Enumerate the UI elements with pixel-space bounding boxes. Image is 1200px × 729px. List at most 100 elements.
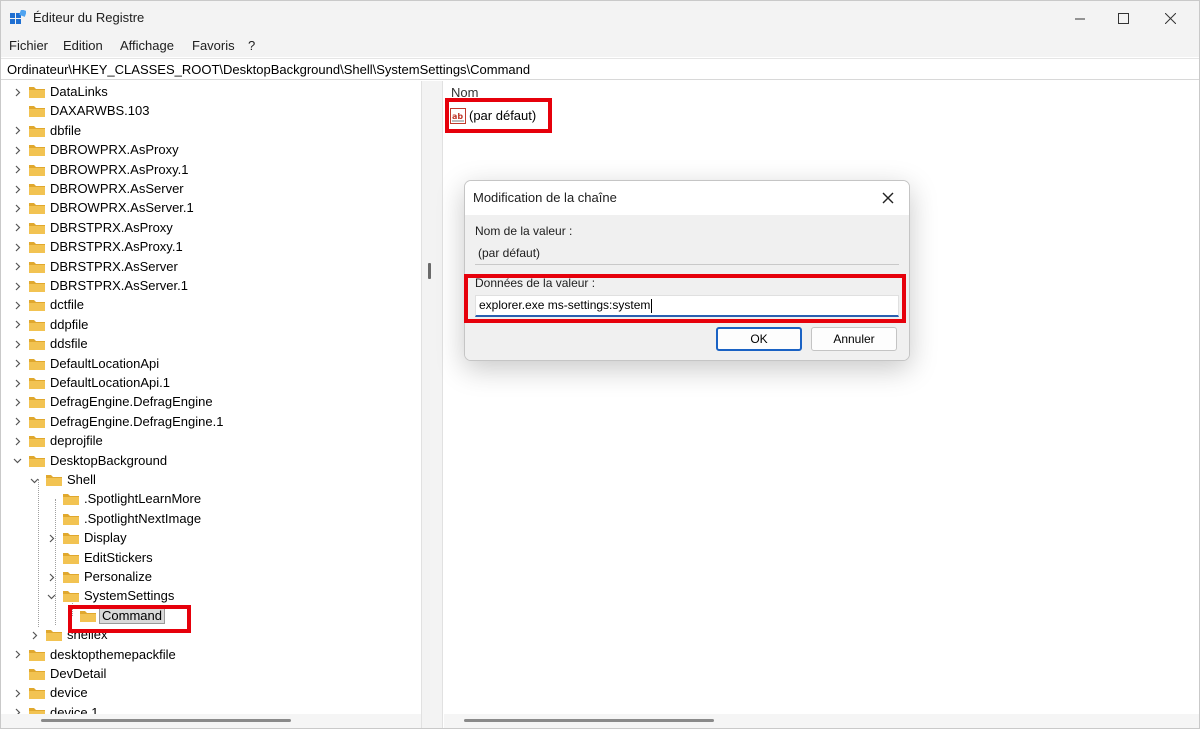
chevron-right-icon[interactable] bbox=[11, 358, 23, 370]
chevron-right-icon[interactable] bbox=[11, 222, 23, 234]
tree-item[interactable]: DefaultLocationApi.1 bbox=[1, 373, 421, 392]
tree-item[interactable]: dbfile bbox=[1, 121, 421, 140]
address-bar[interactable]: Ordinateur\HKEY_CLASSES_ROOT\DesktopBack… bbox=[1, 58, 1199, 80]
chevron-right-icon[interactable] bbox=[11, 164, 23, 176]
chevron-right-icon[interactable] bbox=[11, 261, 23, 273]
folder-icon bbox=[63, 591, 79, 603]
tree-item-label: DBRSTPRX.AsProxy.1 bbox=[50, 239, 183, 255]
ok-button[interactable]: OK bbox=[716, 327, 802, 351]
chevron-right-icon[interactable] bbox=[28, 629, 40, 641]
tree-item[interactable]: Personalize bbox=[1, 567, 421, 586]
dialog-close-button[interactable] bbox=[875, 185, 901, 211]
maximize-button[interactable] bbox=[1100, 1, 1146, 35]
chevron-right-icon[interactable] bbox=[11, 416, 23, 428]
tree-item[interactable]: DBROWPRX.AsProxy.1 bbox=[1, 160, 421, 179]
folder-icon bbox=[63, 494, 79, 506]
window-title: Éditeur du Registre bbox=[33, 10, 145, 25]
folder-icon bbox=[63, 552, 79, 564]
tree-item-label: Personalize bbox=[84, 569, 152, 584]
chevron-right-icon[interactable] bbox=[11, 144, 23, 156]
tree-item[interactable]: DBRSTPRX.AsServer bbox=[1, 257, 421, 276]
tree-item[interactable]: .SpotlightNextImage bbox=[1, 509, 421, 528]
folder-icon bbox=[29, 300, 45, 312]
tree-item[interactable]: DefragEngine.DefragEngine.1 bbox=[1, 412, 421, 431]
tree-item[interactable]: Shell bbox=[1, 470, 421, 489]
tree-item[interactable]: deprojfile bbox=[1, 431, 421, 450]
tree-horizontal-scrollbar[interactable] bbox=[1, 714, 421, 728]
folder-icon bbox=[80, 610, 96, 622]
tree-item[interactable]: ddpfile bbox=[1, 315, 421, 334]
close-window-button[interactable] bbox=[1147, 1, 1193, 35]
tree-item[interactable]: device bbox=[1, 683, 421, 702]
chevron-down-icon[interactable] bbox=[28, 474, 40, 486]
dialog-title-bar[interactable]: Modification de la chaîne bbox=[465, 181, 909, 215]
tree-vertical-scrollbar[interactable] bbox=[421, 81, 443, 728]
menu-affichage[interactable]: Affichage bbox=[120, 38, 174, 53]
title-bar[interactable]: Éditeur du Registre bbox=[1, 1, 1199, 35]
tree-item[interactable]: DAXARWBS.103 bbox=[1, 101, 421, 120]
tree-item-label: .SpotlightNextImage bbox=[84, 510, 202, 526]
menu-favoris[interactable]: Favoris bbox=[192, 38, 235, 53]
tree-item[interactable]: desktopthemepackfile bbox=[1, 645, 421, 664]
column-header-name[interactable]: Nom bbox=[451, 85, 478, 100]
tree-item[interactable]: DBROWPRX.AsServer.1 bbox=[1, 198, 421, 217]
tree-item[interactable]: DataLinks bbox=[1, 82, 421, 101]
tree-item[interactable]: device.1 bbox=[1, 703, 421, 714]
chevron-right-icon[interactable] bbox=[11, 338, 23, 350]
scroll-thumb[interactable] bbox=[428, 263, 431, 279]
chevron-right-icon[interactable] bbox=[11, 319, 23, 331]
tree-item[interactable]: DefragEngine.DefragEngine bbox=[1, 392, 421, 411]
menu-help[interactable]: ? bbox=[248, 38, 255, 53]
tree-scroll-thumb[interactable] bbox=[41, 719, 291, 722]
minimize-button[interactable] bbox=[1057, 1, 1103, 35]
menu-edition[interactable]: Edition bbox=[63, 38, 103, 53]
tree-item[interactable]: DBRSTPRX.AsServer.1 bbox=[1, 276, 421, 295]
values-list[interactable]: Nom ab (par défaut) bbox=[444, 81, 1199, 714]
tree-item-label: DBROWPRX.AsProxy bbox=[50, 142, 179, 158]
chevron-right-icon[interactable] bbox=[45, 532, 57, 544]
key-tree[interactable]: DataLinks DAXARWBS.103 dbfile DBROWPRX.AsPr… bbox=[1, 81, 421, 714]
cancel-button[interactable]: Annuler bbox=[811, 327, 897, 351]
tree-item[interactable]: .SpotlightLearnMore bbox=[1, 489, 421, 508]
chevron-right-icon[interactable] bbox=[11, 86, 23, 98]
tree-item-label: DefaultLocationApi bbox=[50, 355, 160, 371]
tree-item[interactable]: DevDetail bbox=[1, 664, 421, 683]
chevron-right-icon[interactable] bbox=[11, 202, 23, 214]
tree-item[interactable]: DefaultLocationApi bbox=[1, 354, 421, 373]
chevron-right-icon[interactable] bbox=[11, 241, 23, 253]
values-horizontal-scrollbar[interactable] bbox=[444, 714, 1199, 728]
tree-item[interactable]: Display bbox=[1, 528, 421, 547]
tree-item[interactable]: dctfile bbox=[1, 295, 421, 314]
tree-item[interactable]: DBROWPRX.AsServer bbox=[1, 179, 421, 198]
chevron-right-icon[interactable] bbox=[11, 377, 23, 389]
tree-item-label: Shell bbox=[67, 472, 96, 487]
chevron-down-icon[interactable] bbox=[45, 590, 57, 602]
value-row-default[interactable]: ab (par défaut) bbox=[448, 107, 548, 127]
value-name-field: (par défaut) bbox=[475, 243, 899, 265]
chevron-right-icon[interactable] bbox=[11, 707, 23, 714]
chevron-right-icon[interactable] bbox=[11, 125, 23, 137]
chevron-down-icon[interactable] bbox=[11, 455, 23, 467]
chevron-right-icon[interactable] bbox=[11, 649, 23, 661]
chevron-right-icon[interactable] bbox=[11, 280, 23, 292]
tree-item[interactable]: DBRSTPRX.AsProxy bbox=[1, 218, 421, 237]
tree-item[interactable]: EditStickers bbox=[1, 548, 421, 567]
tree-item[interactable]: SystemSettings bbox=[1, 586, 421, 605]
tree-item[interactable]: Command bbox=[1, 606, 421, 625]
chevron-right-icon[interactable] bbox=[11, 435, 23, 447]
chevron-right-icon[interactable] bbox=[11, 299, 23, 311]
values-scroll-thumb[interactable] bbox=[464, 719, 714, 722]
value-data-input[interactable]: explorer.exe ms-settings:system bbox=[475, 295, 899, 317]
tree-item[interactable]: DesktopBackground bbox=[1, 451, 421, 470]
tree-item[interactable]: ddsfile bbox=[1, 334, 421, 353]
tree-item[interactable]: DBRSTPRX.AsProxy.1 bbox=[1, 237, 421, 256]
chevron-right-icon[interactable] bbox=[11, 183, 23, 195]
chevron-right-icon[interactable] bbox=[11, 687, 23, 699]
chevron-right-icon[interactable] bbox=[45, 571, 57, 583]
tree-item-label: DBROWPRX.AsServer bbox=[50, 181, 184, 196]
address-path[interactable]: Ordinateur\HKEY_CLASSES_ROOT\DesktopBack… bbox=[7, 62, 530, 77]
tree-item[interactable]: shellex bbox=[1, 625, 421, 644]
tree-item[interactable]: DBROWPRX.AsProxy bbox=[1, 140, 421, 159]
chevron-right-icon[interactable] bbox=[11, 396, 23, 408]
menu-fichier[interactable]: Fichier bbox=[9, 38, 48, 53]
